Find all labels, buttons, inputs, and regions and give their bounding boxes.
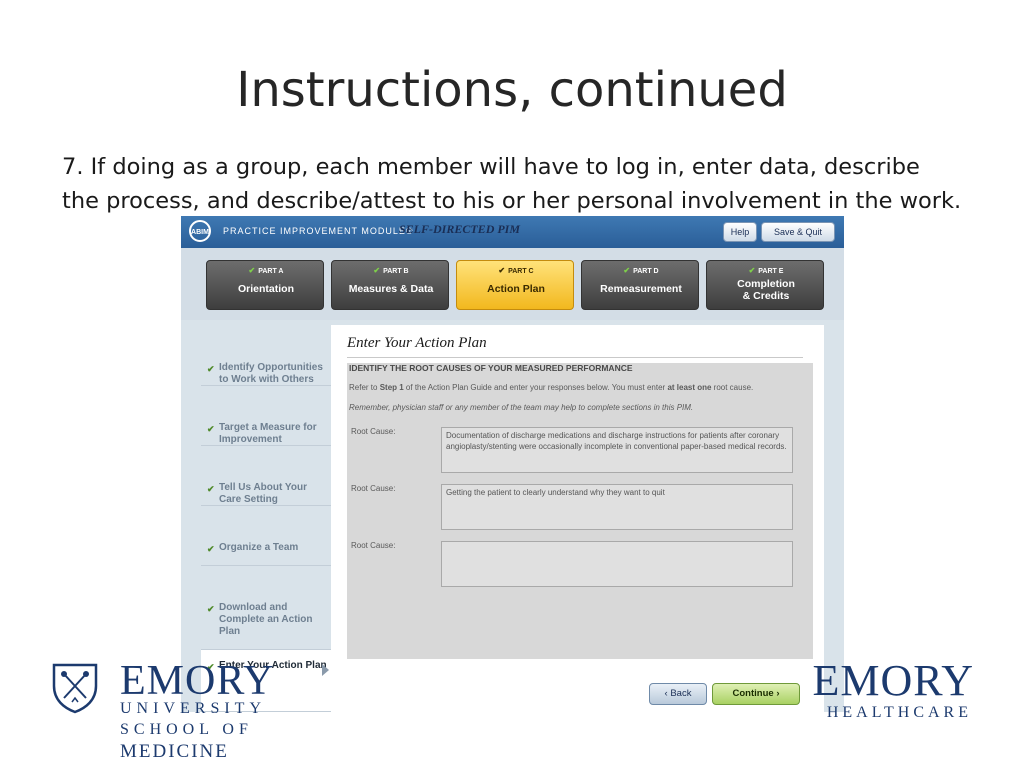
logo-line: SCHOOL OF (120, 721, 253, 738)
sidebar-item-care-setting[interactable]: ✔ Tell Us About Your Care Setting (201, 446, 331, 506)
sidebar-item-label: Identify Opportunities to Work with Othe… (219, 362, 323, 385)
sidebar-item-identify-opportunities[interactable]: ✔ Identify Opportunities to Work with Ot… (201, 326, 331, 386)
back-button[interactable]: ‹ Back (649, 683, 707, 705)
part-label: PART A (258, 268, 284, 275)
instruction-text: Refer to Step 1 of the Action Plan Guide… (349, 383, 754, 392)
tab-part-e[interactable]: ✔ PART E Completion & Credits (706, 260, 824, 310)
part-name: Completion & Credits (737, 278, 795, 302)
continue-button[interactable]: Continue › (712, 683, 800, 705)
sidebar-item-label: Tell Us About Your Care Setting (219, 482, 307, 505)
part-name: Action Plan (487, 283, 545, 295)
part-name: Orientation (237, 283, 294, 295)
root-cause-input-3[interactable] (441, 541, 793, 587)
chevron-right-icon (322, 664, 329, 676)
check-icon: ✔ (207, 604, 215, 614)
abim-logo-icon: ABIM (189, 220, 211, 242)
sidebar-item-label: Download and Complete an Action Plan (219, 602, 313, 637)
root-cause-section: IDENTIFY THE ROOT CAUSES OF YOUR MEASURE… (347, 363, 813, 659)
step-sidebar: ✔ Identify Opportunities to Work with Ot… (201, 326, 331, 712)
check-icon: ✔ (207, 424, 215, 434)
section-heading: IDENTIFY THE ROOT CAUSES OF YOUR MEASURE… (349, 363, 633, 373)
check-icon: ✔ (498, 266, 506, 275)
tab-part-a[interactable]: ✔ PART A Orientation (206, 260, 324, 310)
page-title: Enter Your Action Plan (347, 335, 487, 351)
root-cause-input-1[interactable]: Documentation of discharge medications a… (441, 427, 793, 473)
pim-name: SELF-DIRECTED PIM (399, 222, 521, 236)
part-name: Measures & Data (348, 283, 434, 295)
sidebar-item-download-action-plan[interactable]: ✔ Download and Complete an Action Plan (201, 566, 331, 650)
sidebar-item-organize-team[interactable]: ✔ Organize a Team (201, 506, 331, 566)
sidebar-item-label: Organize a Team (219, 542, 299, 553)
check-icon: ✔ (748, 266, 756, 275)
app-header: ABIM PRACTICE IMPROVEMENT MODULE® SELF-D… (181, 216, 844, 248)
help-button[interactable]: Help (723, 222, 757, 242)
part-tabs: ✔ PART A Orientation ✔ PART B Measures & D… (181, 248, 844, 320)
sidebar-item-label: Target a Measure for Improvement (219, 422, 317, 445)
app-screenshot: ABIM PRACTICE IMPROVEMENT MODULE® SELF-D… (181, 216, 844, 712)
save-quit-button[interactable]: Save & Quit (761, 222, 835, 242)
team-note: Remember, physician staff or any member … (349, 403, 694, 412)
logo-word: EMORY (812, 656, 974, 705)
part-label: PART C (508, 268, 534, 275)
part-label: PART D (633, 268, 659, 275)
tab-part-d[interactable]: ✔ PART D Remeasurement (581, 260, 699, 310)
slide-title: Instructions, continued (236, 62, 788, 118)
logo-word: EMORY (120, 658, 275, 704)
check-icon: ✔ (207, 484, 215, 494)
tab-part-b[interactable]: ✔ PART B Measures & Data (331, 260, 449, 310)
tab-part-c[interactable]: ✔ PART C Action Plan (456, 260, 574, 310)
root-cause-input-2[interactable]: Getting the patient to clearly understan… (441, 484, 793, 530)
check-icon: ✔ (623, 266, 631, 275)
root-cause-label: Root Cause: (351, 541, 396, 550)
root-cause-label: Root Cause: (351, 427, 396, 436)
main-panel: Enter Your Action Plan IDENTIFY THE ROOT… (331, 325, 824, 712)
root-cause-label: Root Cause: (351, 484, 396, 493)
emory-healthcare-logo: EMORY HEALTHCARE (800, 658, 980, 728)
slide-body-text: 7. If doing as a group, each member will… (62, 154, 962, 214)
emory-school-of-medicine-logo: EMORY UNIVERSITY SCHOOL OF MEDICINE (50, 660, 273, 762)
check-icon: ✔ (248, 266, 256, 275)
check-icon: ✔ (207, 544, 215, 554)
check-icon: ✔ (373, 266, 381, 275)
logo-line: HEALTHCARE (826, 704, 972, 721)
check-icon: ✔ (207, 364, 215, 374)
part-label: PART B (383, 268, 409, 275)
module-name: PRACTICE IMPROVEMENT MODULE® (223, 226, 414, 236)
emory-shield-icon (52, 663, 98, 714)
divider (347, 357, 803, 358)
sidebar-item-target-measure[interactable]: ✔ Target a Measure for Improvement (201, 386, 331, 446)
logo-line: UNIVERSITY (120, 700, 266, 717)
part-label: PART E (758, 268, 784, 275)
part-name: Remeasurement (600, 283, 682, 295)
logo-line: MEDICINE (120, 741, 229, 762)
